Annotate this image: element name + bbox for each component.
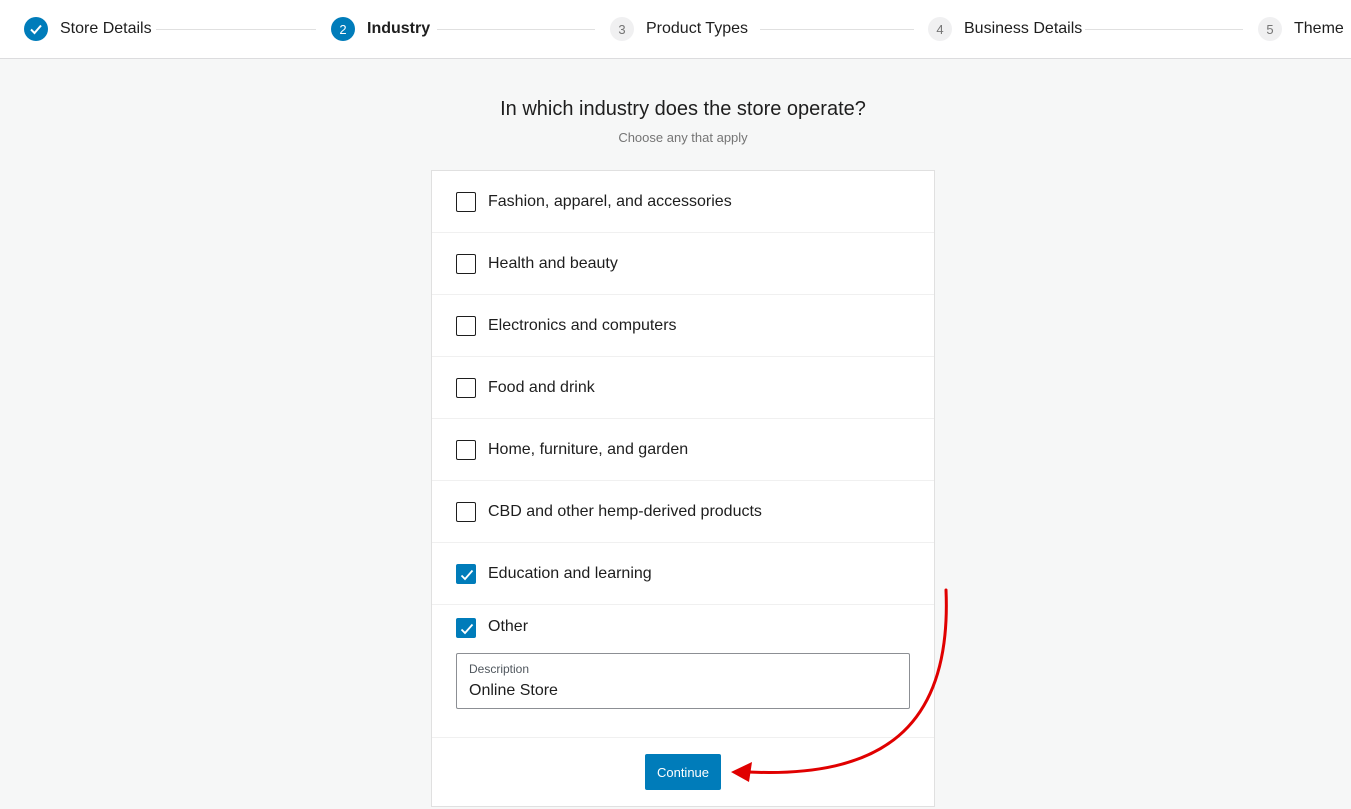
option-label: Health and beauty	[488, 254, 618, 272]
step-industry[interactable]: 2 Industry	[331, 17, 430, 41]
option-label: Food and drink	[488, 378, 595, 396]
step-connector	[437, 29, 595, 30]
checkbox[interactable]	[456, 315, 476, 336]
checkmark-icon	[24, 17, 48, 41]
checkmark-icon	[460, 623, 474, 635]
option-label: Fashion, apparel, and accessories	[488, 192, 732, 210]
description-label: Description	[469, 662, 530, 676]
industry-card: Fashion, apparel, and accessories Health…	[431, 170, 935, 807]
step-number: 5	[1258, 17, 1282, 41]
step-label: Theme	[1294, 20, 1344, 37]
page-subtitle: Choose any that apply	[618, 130, 748, 145]
option-label: Home, furniture, and garden	[488, 440, 689, 458]
continue-button[interactable]: Continue	[645, 754, 721, 790]
checkbox[interactable]	[456, 439, 476, 460]
step-label: Industry	[367, 20, 431, 37]
option-label: Other	[488, 618, 529, 635]
industry-option-health[interactable]: Health and beauty	[432, 233, 934, 295]
industry-option-home[interactable]: Home, furniture, and garden	[432, 419, 934, 481]
step-connector	[1085, 29, 1243, 30]
description-field[interactable]: Description Online Store	[456, 653, 910, 709]
step-store-details[interactable]: Store Details	[24, 17, 152, 41]
step-number: 2	[331, 17, 355, 41]
checkbox-checked[interactable]	[456, 618, 476, 638]
step-product-types[interactable]: 3 Product Types	[610, 17, 748, 41]
checkbox[interactable]	[456, 501, 476, 522]
step-label: Business Details	[964, 20, 1083, 37]
step-number: 3	[610, 17, 634, 41]
step-theme[interactable]: 5 Theme	[1258, 17, 1344, 41]
industry-option-cbd[interactable]: CBD and other hemp-derived products	[432, 481, 934, 543]
option-label: Electronics and computers	[488, 316, 677, 334]
step-business-details[interactable]: 4 Business Details	[928, 17, 1082, 41]
industry-option-fashion[interactable]: Fashion, apparel, and accessories	[432, 171, 934, 233]
step-label: Store Details	[60, 20, 152, 37]
industry-option-electronics[interactable]: Electronics and computers	[432, 295, 934, 357]
page-title: In which industry does the store operate…	[500, 98, 866, 120]
step-connector	[156, 29, 316, 30]
option-label: CBD and other hemp-derived products	[488, 502, 762, 520]
checkbox[interactable]	[456, 191, 476, 212]
checkbox[interactable]	[456, 253, 476, 274]
checkbox-checked[interactable]	[456, 563, 476, 584]
step-number: 4	[928, 17, 952, 41]
checkmark-icon	[460, 569, 474, 580]
industry-option-other: Other Description Online Store	[432, 605, 934, 738]
industry-option-food[interactable]: Food and drink	[432, 357, 934, 419]
setup-stepper: Store Details 2 Industry 3 Product Types…	[0, 0, 1351, 59]
step-connector	[760, 29, 914, 30]
description-value[interactable]: Online Store	[469, 682, 558, 700]
industry-option-education[interactable]: Education and learning	[432, 543, 934, 605]
checkbox[interactable]	[456, 377, 476, 398]
step-label: Product Types	[646, 20, 748, 37]
option-label: Education and learning	[488, 564, 652, 582]
